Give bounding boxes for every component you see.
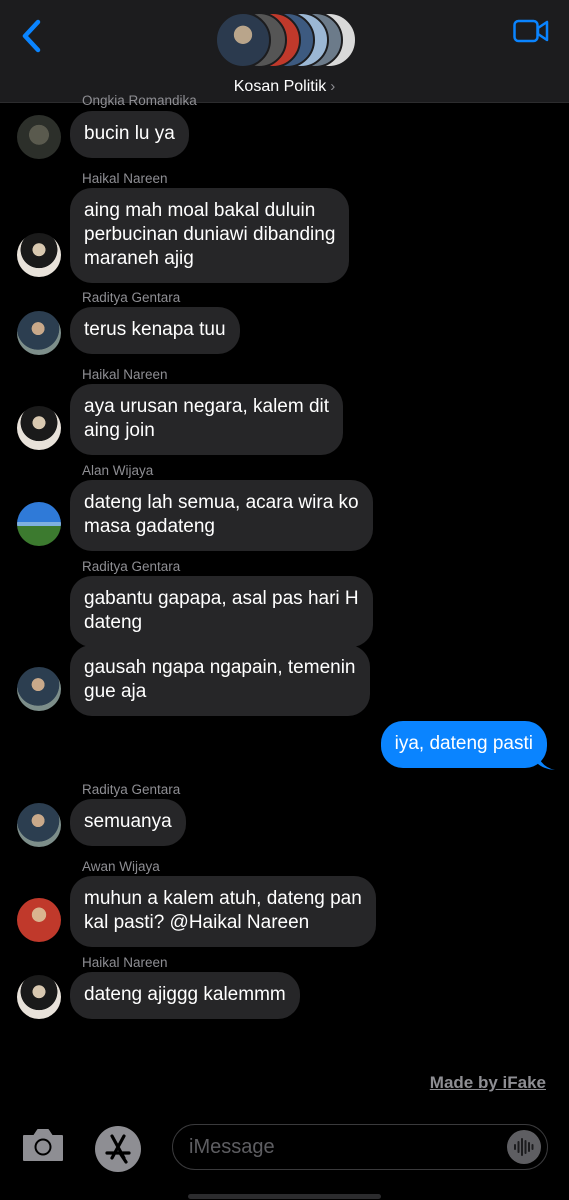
message-text: terus kenapa tuu bbox=[84, 319, 226, 340]
sender-name: Raditya Gentara bbox=[82, 290, 181, 305]
message-line: maraneh ajig bbox=[84, 248, 194, 269]
message-text: bucin lu ya bbox=[84, 123, 175, 144]
message-line: dateng bbox=[84, 612, 143, 633]
audio-waveform-icon[interactable] bbox=[507, 1130, 541, 1164]
sender-name: Haikal Nareen bbox=[82, 367, 168, 382]
avatar[interactable] bbox=[17, 311, 61, 355]
message-bubble[interactable]: terus kenapa tuu bbox=[70, 307, 240, 354]
avatar[interactable] bbox=[17, 803, 61, 847]
conversation-header: Kosan Politik › bbox=[0, 0, 569, 103]
message-bubble[interactable]: aya urusan negara, kalem dit aing join bbox=[70, 384, 344, 455]
message-bubble[interactable]: muhun a kalem atuh, dateng pan kal pasti… bbox=[70, 876, 376, 947]
message-line: muhun a kalem atuh, dateng pan bbox=[84, 888, 362, 909]
avatar[interactable] bbox=[17, 502, 61, 546]
app-store-icon[interactable] bbox=[93, 1124, 143, 1174]
avatar[interactable] bbox=[17, 115, 61, 159]
message-bubble[interactable]: aing mah moal bakal duluin perbucinan du… bbox=[70, 188, 350, 283]
avatar[interactable] bbox=[17, 975, 61, 1019]
chevron-right-icon: › bbox=[330, 78, 336, 95]
message-line: gabantu gapapa, asal pas hari H bbox=[84, 588, 359, 609]
avatar[interactable] bbox=[17, 667, 61, 711]
sender-name: Awan Wijaya bbox=[82, 859, 160, 874]
message-line: aing join bbox=[84, 420, 155, 441]
video-camera-icon[interactable] bbox=[513, 18, 549, 44]
message-line: perbucinan duniawi dibanding bbox=[84, 224, 336, 245]
group-avatar-stack[interactable] bbox=[213, 12, 358, 72]
sender-name: Alan Wijaya bbox=[82, 463, 154, 478]
message-bubble[interactable]: gabantu gapapa, asal pas hari H dateng bbox=[70, 576, 373, 647]
camera-icon[interactable] bbox=[21, 1128, 65, 1162]
message-line: kal pasti? @Haikal Nareen bbox=[84, 912, 310, 933]
message-bubble[interactable]: dateng lah semua, acara wira ko masa gad… bbox=[70, 480, 373, 551]
home-indicator bbox=[188, 1194, 381, 1199]
message-bubble[interactable]: gausah ngapa ngapain, temenin gue aja bbox=[70, 645, 370, 716]
avatar[interactable] bbox=[17, 406, 61, 450]
message-bubble[interactable]: dateng ajiggg kalemmm bbox=[70, 972, 300, 1019]
message-line: masa gadateng bbox=[84, 516, 215, 537]
bubble-tail bbox=[537, 753, 555, 770]
imessage-input[interactable]: iMessage bbox=[172, 1124, 548, 1170]
message-bubble[interactable]: bucin lu ya bbox=[70, 111, 189, 158]
message-line: gue aja bbox=[84, 681, 147, 702]
sender-name: Raditya Gentara bbox=[82, 782, 181, 797]
avatar[interactable] bbox=[17, 233, 61, 277]
message-line: dateng lah semua, acara wira ko bbox=[84, 492, 359, 513]
message-text: semuanya bbox=[84, 811, 172, 832]
message-line: aing mah moal bakal duluin bbox=[84, 200, 316, 221]
watermark: Made by iFake bbox=[429, 1073, 546, 1092]
chevron-left-icon[interactable] bbox=[16, 16, 50, 56]
sender-name: Ongkia Romandika bbox=[82, 93, 197, 108]
input-placeholder: iMessage bbox=[189, 1136, 275, 1158]
message-list[interactable]: Ongkia Romandika bucin lu ya Haikal Nare… bbox=[0, 93, 569, 1053]
message-text: dateng ajiggg kalemmm bbox=[84, 984, 286, 1005]
sender-name: Haikal Nareen bbox=[82, 171, 168, 186]
message-bubble[interactable]: semuanya bbox=[70, 799, 186, 846]
sender-name: Raditya Gentara bbox=[82, 559, 181, 574]
outgoing-message-bubble[interactable]: iya, dateng pasti bbox=[380, 721, 547, 768]
message-line: gausah ngapa ngapain, temenin bbox=[84, 657, 356, 678]
avatar[interactable] bbox=[17, 898, 61, 942]
message-composer: iMessage bbox=[0, 1110, 569, 1200]
sender-name: Haikal Nareen bbox=[82, 955, 168, 970]
message-text: iya, dateng pasti bbox=[394, 733, 533, 754]
message-line: aya urusan negara, kalem dit bbox=[84, 396, 330, 417]
group-member-avatar bbox=[215, 12, 271, 68]
group-name: Kosan Politik bbox=[233, 78, 327, 95]
